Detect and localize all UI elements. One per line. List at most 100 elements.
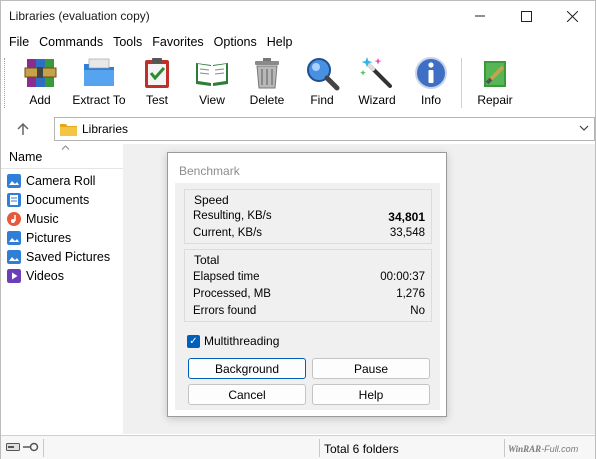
list-item[interactable]: Videos: [7, 266, 110, 285]
drive-icon: [6, 443, 20, 451]
name-column-label: Name: [9, 150, 43, 164]
up-one-level-button[interactable]: [13, 119, 33, 139]
watermark-brand: WinRAR: [508, 444, 542, 454]
add-archive-icon: [24, 59, 57, 87]
processed-label: Processed, MB: [193, 288, 271, 300]
folder-icon: [60, 123, 77, 136]
list-item[interactable]: Saved Pictures: [7, 247, 110, 266]
wizard-button[interactable]: Wizard: [356, 55, 398, 111]
checkmark-icon: ✓: [187, 334, 200, 348]
menu-help[interactable]: Help: [262, 32, 298, 52]
menu-options[interactable]: Options: [209, 32, 262, 52]
magic-wand-icon: [360, 57, 392, 88]
status-divider: [319, 439, 320, 457]
list-item-label: Documents: [26, 192, 90, 207]
view-button[interactable]: View: [191, 55, 233, 111]
total-heading: Total: [194, 253, 220, 267]
elapsed-time-value: 00:00:37: [380, 271, 425, 283]
repair-kit-icon: [484, 61, 506, 87]
errors-value: No: [410, 305, 425, 317]
cancel-button[interactable]: Cancel: [188, 384, 306, 405]
address-dropdown-chevron-icon[interactable]: [579, 122, 589, 134]
pictures-library-icon: [7, 249, 21, 264]
errors-label: Errors found: [193, 305, 257, 317]
status-icons: [6, 442, 39, 452]
menu-favorites[interactable]: Favorites: [147, 32, 208, 52]
find-button[interactable]: Find: [303, 55, 341, 111]
menu-file[interactable]: File: [4, 32, 34, 52]
list-item[interactable]: Camera Roll: [7, 171, 110, 190]
speed-group: Speed Resulting, KB/s 34,801 Current, KB…: [184, 189, 432, 244]
maximize-button[interactable]: [503, 1, 549, 31]
magnifier-icon: [307, 58, 340, 91]
sort-ascending-icon: [61, 142, 70, 152]
help-button[interactable]: Help: [312, 384, 430, 405]
extract-to-label: Extract To: [72, 93, 126, 107]
add-button[interactable]: Add: [21, 55, 59, 111]
status-divider: [504, 439, 505, 457]
delete-button[interactable]: Delete: [247, 55, 287, 111]
info-button[interactable]: Info: [413, 55, 449, 111]
close-icon: [566, 10, 578, 22]
videos-library-icon: [7, 268, 21, 283]
close-button[interactable]: [549, 1, 595, 31]
menu-tools[interactable]: Tools: [108, 32, 147, 52]
info-icon: [415, 57, 447, 89]
processed-row: Processed, MB 1,276: [193, 288, 425, 300]
window-title: Libraries (evaluation copy): [9, 9, 150, 23]
menu-bar: File Commands Tools Favorites Options He…: [1, 32, 595, 52]
music-library-icon: [7, 211, 21, 226]
status-bar: Total 6 folders WinRAR-Full.com: [1, 435, 595, 459]
list-item-label: Music: [26, 211, 59, 226]
toolbar-grip[interactable]: [4, 58, 6, 108]
pause-button[interactable]: Pause: [312, 358, 430, 379]
pictures-library-icon: [7, 230, 21, 245]
list-item[interactable]: Documents: [7, 190, 110, 209]
documents-library-icon: [7, 192, 21, 207]
list-item-label: Pictures: [26, 230, 72, 245]
elapsed-time-row: Elapsed time 00:00:37: [193, 271, 425, 283]
test-button[interactable]: Test: [138, 55, 176, 111]
extract-folder-icon: [84, 58, 114, 86]
view-label: View: [199, 93, 225, 107]
errors-row: Errors found No: [193, 305, 425, 317]
view-book-icon: [196, 63, 228, 86]
watermark: WinRAR-Full.com: [508, 444, 578, 454]
background-button[interactable]: Background: [188, 358, 306, 379]
key-icon: [23, 442, 39, 452]
arrow-up-icon: [17, 122, 29, 135]
file-list-pane: Name Camera Roll Documents Music Picture…: [1, 144, 123, 434]
test-clipboard-icon: [145, 58, 169, 88]
watermark-suffix: -Full.com: [541, 444, 579, 454]
multithreading-label: Multithreading: [204, 334, 280, 348]
list-item[interactable]: Music: [7, 209, 110, 228]
benchmark-dialog: Benchmark Speed Resulting, KB/s 34,801 C…: [167, 152, 447, 417]
speed-heading: Speed: [194, 193, 229, 207]
total-group: Total Elapsed time 00:00:37 Processed, M…: [184, 249, 432, 322]
resulting-speed-value: 34,801: [388, 210, 425, 224]
minimize-button[interactable]: [457, 1, 503, 31]
extract-to-button[interactable]: Extract To: [71, 55, 127, 111]
list-item-label: Camera Roll: [26, 173, 96, 188]
address-field[interactable]: Libraries: [54, 117, 595, 141]
address-path: Libraries: [82, 122, 129, 136]
title-bar: Libraries (evaluation copy): [1, 1, 595, 31]
current-speed-value: 33,548: [389, 227, 425, 239]
resulting-speed-label: Resulting, KB/s: [193, 210, 272, 222]
file-list: Camera Roll Documents Music Pictures Sav…: [7, 171, 110, 285]
status-divider: [43, 439, 44, 457]
current-speed-label: Current, KB/s: [193, 227, 263, 239]
current-speed-row: Current, KB/s 33,548: [193, 227, 425, 239]
multithreading-checkbox[interactable]: ✓ Multithreading: [187, 334, 279, 348]
trash-can-icon: [255, 58, 279, 89]
dialog-title: Benchmark: [179, 164, 240, 178]
list-item[interactable]: Pictures: [7, 228, 110, 247]
menu-commands[interactable]: Commands: [34, 32, 108, 52]
repair-button[interactable]: Repair: [475, 55, 515, 111]
toolbar: Add Extract To Test View Delete Find Wiz…: [1, 52, 595, 114]
resulting-speed-row: Resulting, KB/s 34,801: [193, 210, 425, 224]
minimize-icon: [475, 15, 485, 17]
name-column-header[interactable]: Name: [1, 144, 123, 169]
list-item-label: Saved Pictures: [26, 249, 111, 264]
toolbar-separator: [461, 58, 462, 108]
